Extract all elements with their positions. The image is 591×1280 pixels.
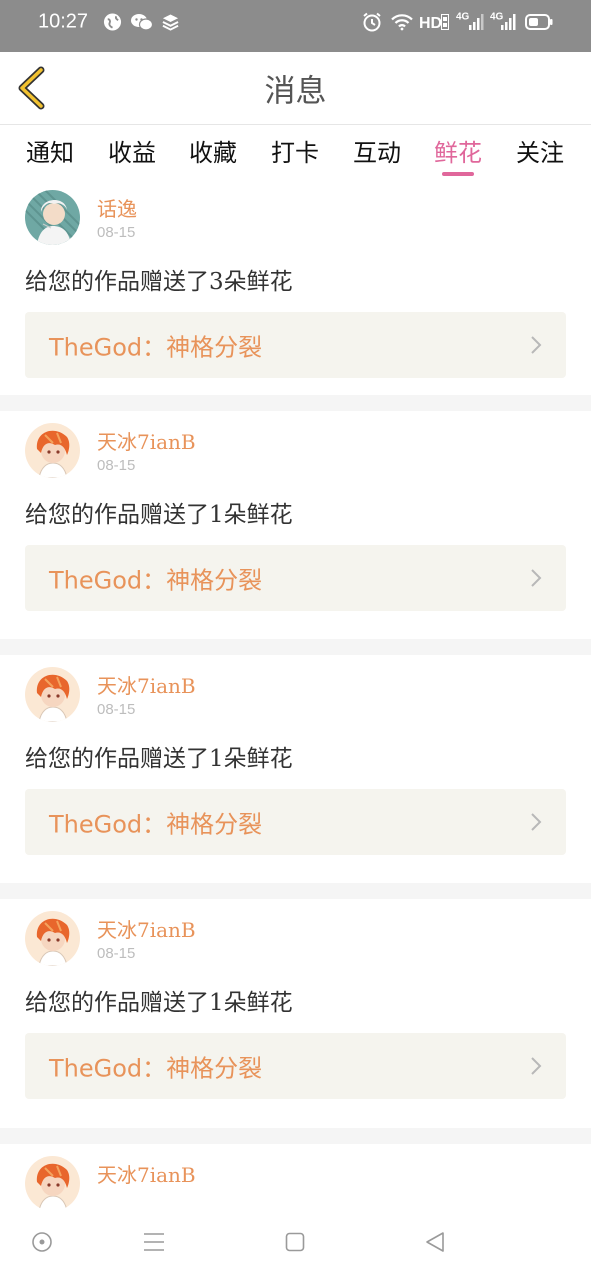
- avatar[interactable]: [25, 190, 80, 245]
- globe-icon: [103, 13, 122, 36]
- tab-favorites[interactable]: 收藏: [183, 133, 243, 168]
- chevron-right-icon: [531, 1057, 542, 1075]
- list-item: 话逸 08-15 给您的作品赠送了3朵鲜花 TheGod：神格分裂: [0, 178, 591, 406]
- system-nav-bar: [0, 1208, 591, 1280]
- list-item: 天冰7ianB 08-15 给您的作品赠送了1朵鲜花 TheGod：神格分裂: [0, 411, 591, 639]
- status-bar: 10:27 HD 4G 4G: [0, 0, 591, 52]
- avatar[interactable]: [25, 1156, 80, 1208]
- wifi-icon: [391, 14, 413, 35]
- avatar[interactable]: [25, 667, 80, 722]
- menu-icon[interactable]: [143, 1232, 165, 1256]
- page-title: 消息: [264, 73, 327, 110]
- tab-bar: 通知 收益 收藏 打卡 互动 鲜花 关注: [0, 124, 591, 178]
- avatar[interactable]: [25, 423, 80, 478]
- signal-icon: [469, 14, 485, 34]
- message-text: 给您的作品赠送了1朵鲜花: [25, 746, 293, 772]
- work-title: TheGod：神格分裂: [49, 1054, 263, 1083]
- message-date: 08-15: [97, 224, 136, 241]
- divider: [0, 395, 591, 411]
- layers-icon: [162, 13, 179, 35]
- tab-checkin[interactable]: 打卡: [265, 133, 325, 168]
- work-title: TheGod：神格分裂: [49, 810, 263, 839]
- tab-flowers[interactable]: 鲜花: [428, 133, 488, 168]
- username[interactable]: 话逸: [97, 193, 137, 222]
- list-item: 天冰7ianB 08-15 给您的作品赠送了1朵鲜花 TheGod：神格分裂: [0, 899, 591, 1127]
- list-item: 天冰7ianB 08-15 给您的作品赠送了1朵鲜花 TheGod：神格分裂: [0, 655, 591, 883]
- hd-box-icon: [441, 14, 449, 34]
- tab-follow[interactable]: 关注: [510, 133, 570, 168]
- signal1-label: 4G: [456, 11, 470, 23]
- tab-interaction[interactable]: 互动: [347, 133, 407, 168]
- message-date: 08-15: [97, 457, 136, 474]
- chevron-right-icon: [531, 813, 542, 831]
- work-title: TheGod：神格分裂: [49, 566, 263, 595]
- username[interactable]: 天冰7ianB: [97, 1159, 196, 1188]
- message-date: 08-15: [97, 945, 136, 962]
- signal-icon: [501, 14, 517, 34]
- active-tab-indicator: [442, 172, 474, 176]
- tab-notify[interactable]: 通知: [20, 133, 80, 168]
- list-item: 天冰7ianB: [0, 1144, 591, 1208]
- work-title: TheGod：神格分裂: [49, 333, 263, 362]
- work-link[interactable]: TheGod：神格分裂: [25, 545, 566, 611]
- message-date: 08-15: [97, 701, 136, 718]
- work-link[interactable]: TheGod：神格分裂: [25, 1033, 566, 1099]
- chevron-right-icon: [531, 569, 542, 587]
- username[interactable]: 天冰7ianB: [97, 426, 196, 455]
- chevron-right-icon: [531, 336, 542, 354]
- divider: [0, 883, 591, 899]
- wechat-icon: [131, 13, 154, 36]
- work-link[interactable]: TheGod：神格分裂: [25, 312, 566, 378]
- app-header: 消息: [0, 52, 591, 124]
- status-time: 10:27: [38, 10, 89, 33]
- work-link[interactable]: TheGod：神格分裂: [25, 789, 566, 855]
- battery-icon: [525, 14, 553, 34]
- message-text: 给您的作品赠送了1朵鲜花: [25, 502, 293, 528]
- square-icon[interactable]: [285, 1232, 305, 1256]
- tab-earnings[interactable]: 收益: [102, 133, 162, 168]
- message-text: 给您的作品赠送了1朵鲜花: [25, 990, 293, 1016]
- avatar[interactable]: [25, 911, 80, 966]
- back-triangle-icon[interactable]: [425, 1231, 445, 1257]
- alarm-icon: [362, 12, 382, 36]
- network-label: HD: [419, 15, 443, 32]
- home-circle-icon[interactable]: [31, 1231, 53, 1257]
- divider: [0, 1128, 591, 1144]
- message-text: 给您的作品赠送了3朵鲜花: [25, 269, 293, 295]
- username[interactable]: 天冰7ianB: [97, 914, 196, 943]
- divider: [0, 639, 591, 655]
- username[interactable]: 天冰7ianB: [97, 670, 196, 699]
